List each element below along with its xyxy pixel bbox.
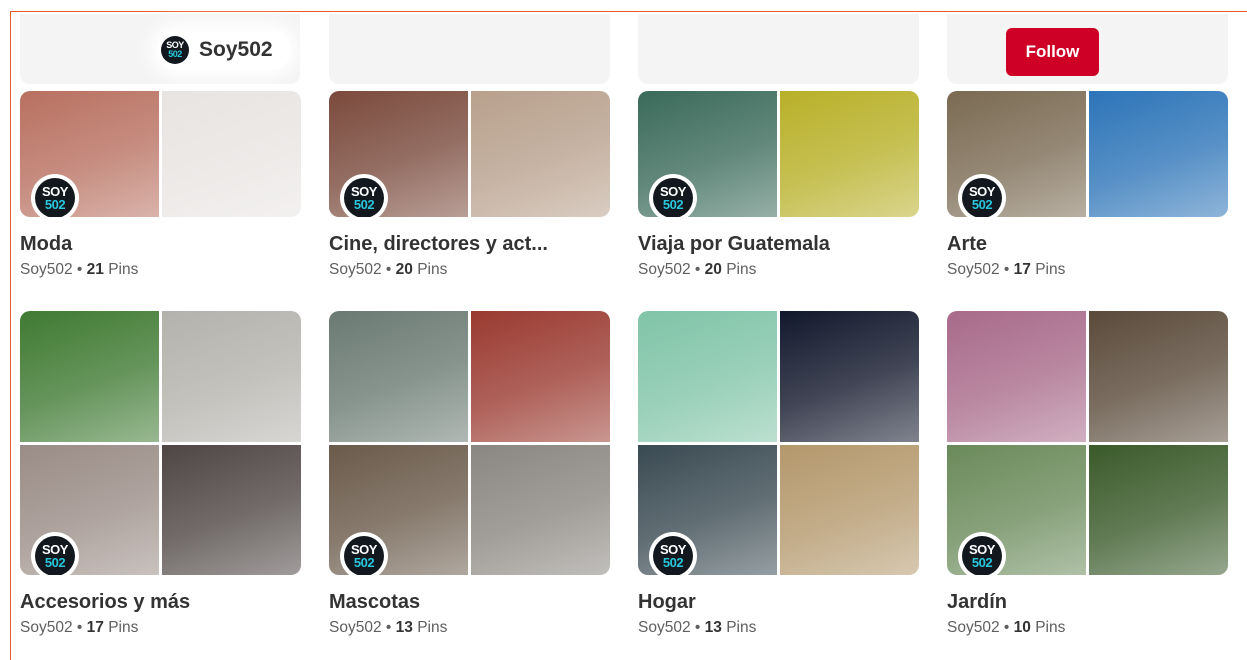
board-card[interactable]: SOY 502 Accesorios y más Soy502 • 17 Pins [20, 311, 301, 637]
board-meta: Soy502 • 20 Pins [329, 261, 448, 278]
cover-image [162, 444, 301, 575]
profile-avatar: SOY 502 [161, 36, 189, 64]
header-cover-tile [329, 14, 610, 84]
cover-image [1089, 444, 1228, 575]
profile-header: SOY 502 Soy502 Follow [20, 14, 1228, 84]
header-cover-tile [638, 14, 919, 84]
cover-image [471, 91, 610, 217]
board-owner-avatar: SOY 502 [958, 174, 1006, 217]
board-cover[interactable]: SOY 502 [947, 91, 1228, 217]
board-meta: Soy502 • 13 Pins [329, 619, 448, 636]
board-owner-avatar: SOY 502 [340, 532, 388, 575]
cover-image [780, 444, 919, 575]
board-title[interactable]: Mascotas [329, 591, 610, 614]
board-owner-avatar: SOY 502 [958, 532, 1006, 575]
board-cover[interactable]: SOY 502 [638, 91, 919, 217]
board-owner-avatar: SOY 502 [31, 532, 79, 575]
board-cover[interactable]: SOY 502 [329, 311, 610, 575]
profile-name: Soy502 [199, 38, 273, 61]
board-title[interactable]: Hogar [638, 591, 919, 614]
follow-button[interactable]: Follow [1006, 28, 1099, 76]
board-card[interactable]: SOY 502 Hogar Soy502 • 13 Pins [638, 311, 919, 637]
board-meta: Soy502 • 13 Pins [638, 619, 757, 636]
board-card[interactable]: SOY 502 Mascotas Soy502 • 13 Pins [329, 311, 610, 637]
cover-image [638, 311, 777, 442]
board-meta: Soy502 • 17 Pins [20, 619, 139, 636]
board-card[interactable]: SOY 502 Cine, directores y act... Soy502 … [329, 91, 610, 279]
cover-image [162, 91, 301, 217]
cover-image [471, 444, 610, 575]
cover-image [162, 311, 301, 442]
cover-image [1089, 91, 1228, 217]
board-cover[interactable]: SOY 502 [20, 91, 301, 217]
board-cover[interactable]: SOY 502 [20, 311, 301, 575]
board-meta: Soy502 • 21 Pins [20, 261, 139, 278]
board-owner-avatar: SOY 502 [649, 174, 697, 217]
board-title[interactable]: Viaja por Guatemala [638, 233, 919, 256]
board-owner-avatar: SOY 502 [31, 174, 79, 217]
board-title[interactable]: Jardín [947, 591, 1228, 614]
board-card[interactable]: SOY 502 Arte Soy502 • 17 Pins [947, 91, 1228, 279]
cover-image [947, 311, 1086, 442]
cover-image [471, 311, 610, 442]
board-meta: Soy502 • 20 Pins [638, 261, 757, 278]
cover-image [1089, 311, 1228, 442]
board-card[interactable]: SOY 502 Jardín Soy502 • 10 Pins [947, 311, 1228, 637]
board-meta: Soy502 • 10 Pins [947, 619, 1066, 636]
board-cover[interactable]: SOY 502 [638, 311, 919, 575]
board-owner-avatar: SOY 502 [340, 174, 388, 217]
board-owner-avatar: SOY 502 [649, 532, 697, 575]
board-cover[interactable]: SOY 502 [947, 311, 1228, 575]
board-title[interactable]: Cine, directores y act... [329, 233, 610, 256]
board-meta: Soy502 • 17 Pins [947, 261, 1066, 278]
board-title[interactable]: Arte [947, 233, 1228, 256]
board-title[interactable]: Accesorios y más [20, 591, 301, 614]
profile-name-link[interactable]: SOY 502 Soy502 [157, 30, 291, 70]
cover-image [20, 311, 159, 442]
cover-image [780, 91, 919, 217]
cover-image [780, 311, 919, 442]
board-card[interactable]: SOY 502 Moda Soy502 • 21 Pins [20, 91, 301, 279]
board-card[interactable]: SOY 502 Viaja por Guatemala Soy502 • 20 P… [638, 91, 919, 279]
board-title[interactable]: Moda [20, 233, 301, 256]
cover-image [329, 311, 468, 442]
board-cover[interactable]: SOY 502 [329, 91, 610, 217]
